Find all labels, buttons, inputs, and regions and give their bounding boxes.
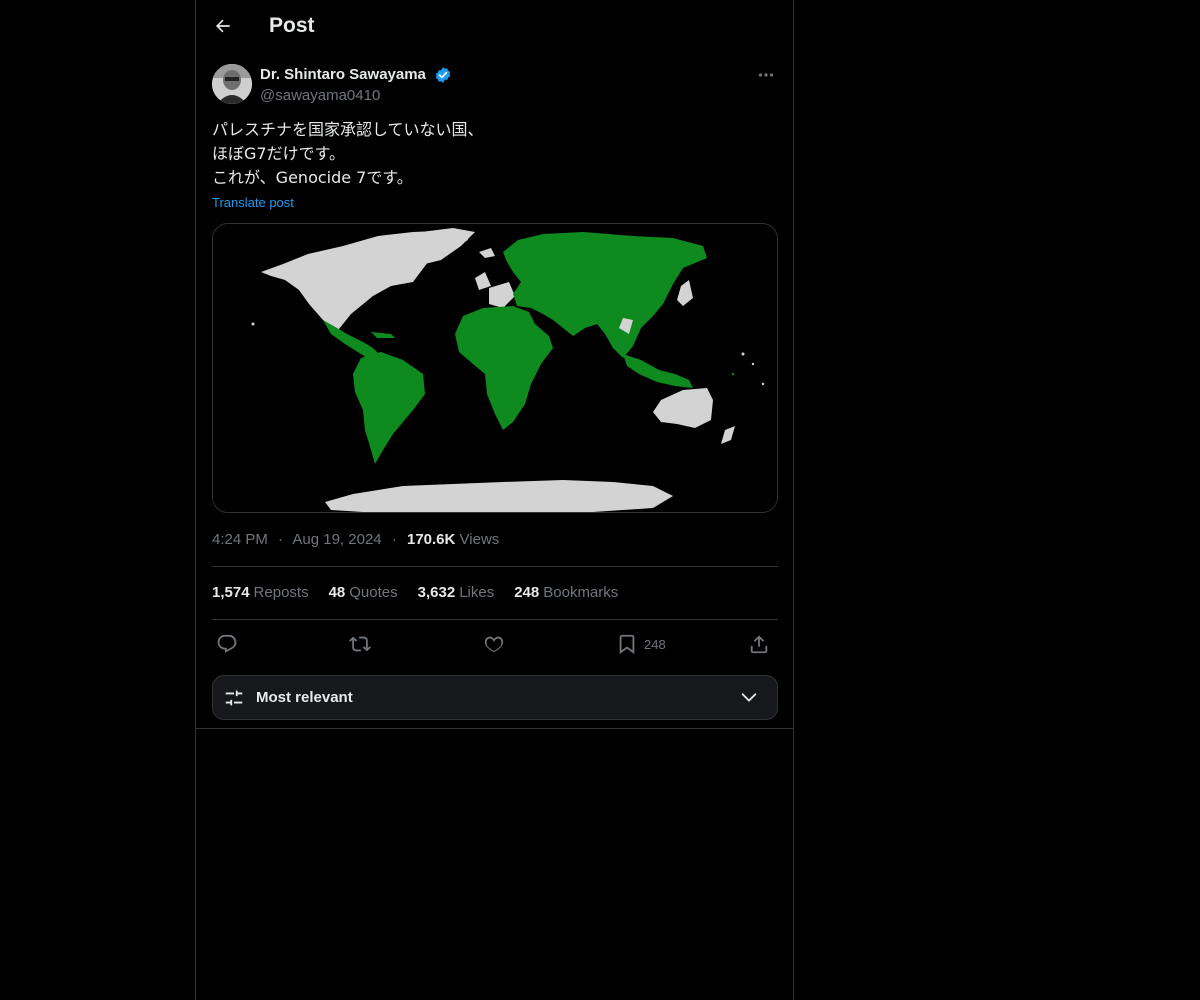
views-label: Views	[459, 531, 500, 548]
sort-label: Most relevant	[256, 689, 353, 706]
page-title: Post	[269, 14, 315, 37]
reply-icon	[217, 634, 237, 653]
verified-badge-icon	[435, 67, 451, 83]
chevron-down-icon	[741, 693, 757, 702]
quotes-stat[interactable]: 48 Quotes	[329, 584, 398, 601]
post-media[interactable]	[212, 223, 778, 513]
sliders-icon	[225, 690, 243, 706]
bookmark-button[interactable]: 248	[616, 630, 666, 658]
bookmarks-count: 248	[514, 584, 540, 601]
back-button[interactable]	[210, 13, 236, 39]
divider	[196, 728, 793, 729]
post-text-line-1: パレスチナを国家承認していない国、	[212, 120, 484, 139]
quotes-label: Quotes	[349, 584, 398, 601]
more-dots-icon	[758, 73, 774, 77]
action-bar: 248	[212, 630, 778, 658]
heart-icon	[484, 636, 504, 653]
likes-stat[interactable]: 3,632 Likes	[418, 584, 495, 601]
post-date[interactable]: Aug 19, 2024	[292, 531, 381, 548]
reposts-stat[interactable]: 1,574 Reposts	[212, 584, 309, 601]
share-icon	[750, 635, 768, 654]
bookmark-icon	[619, 634, 635, 654]
like-button[interactable]	[483, 630, 505, 658]
repost-button[interactable]	[349, 630, 371, 658]
post-text-line-2: ほぼG7だけです。	[212, 144, 345, 163]
bookmarks-label: Bookmarks	[543, 584, 619, 601]
main-column: Post Dr. Shintaro Sawayama @sawayama0410	[195, 0, 794, 1000]
post-time[interactable]: 4:24 PM	[212, 531, 268, 548]
author-name[interactable]: Dr. Shintaro Sawayama	[260, 66, 426, 83]
post-text: パレスチナを国家承認していない国、 ほぼG7だけです。 これが、Genocide…	[212, 118, 778, 190]
post-author: Dr. Shintaro Sawayama @sawayama0410	[212, 64, 778, 106]
post-stats: 1,574 Reposts 48 Quotes 3,632 Likes 248 Book…	[212, 584, 618, 601]
views-count: 170.6K	[406, 531, 456, 548]
meta-separator: ·	[278, 531, 284, 548]
likes-count: 3,632	[417, 584, 456, 601]
arrow-left-icon	[216, 19, 230, 33]
translate-post-link[interactable]: Translate post	[212, 195, 294, 210]
reposts-label: Reposts	[253, 584, 309, 601]
quotes-count: 48	[328, 584, 346, 601]
likes-label: Likes	[459, 584, 495, 601]
reposts-count: 1,574	[212, 584, 250, 601]
reply-button[interactable]	[216, 630, 238, 658]
avatar-image	[212, 64, 252, 104]
divider	[212, 566, 778, 567]
divider	[212, 619, 778, 620]
repost-icon	[349, 636, 371, 652]
top-bar: Post	[196, 0, 793, 53]
author-handle[interactable]: @sawayama0410	[260, 87, 380, 104]
sort-replies-dropdown[interactable]: Most relevant	[212, 675, 778, 720]
post-text-line-3: これが、Genocide 7です。	[212, 168, 413, 187]
share-button[interactable]	[748, 630, 770, 658]
world-map-image	[213, 224, 777, 512]
post-meta: 4:24 PM · Aug 19, 2024 · 170.6K Views	[212, 531, 499, 548]
meta-separator: ·	[391, 531, 397, 548]
more-options-button[interactable]	[754, 64, 778, 86]
avatar[interactable]	[212, 64, 252, 104]
bookmark-count: 248	[644, 636, 666, 652]
bookmarks-stat[interactable]: 248 Bookmarks	[514, 584, 618, 601]
